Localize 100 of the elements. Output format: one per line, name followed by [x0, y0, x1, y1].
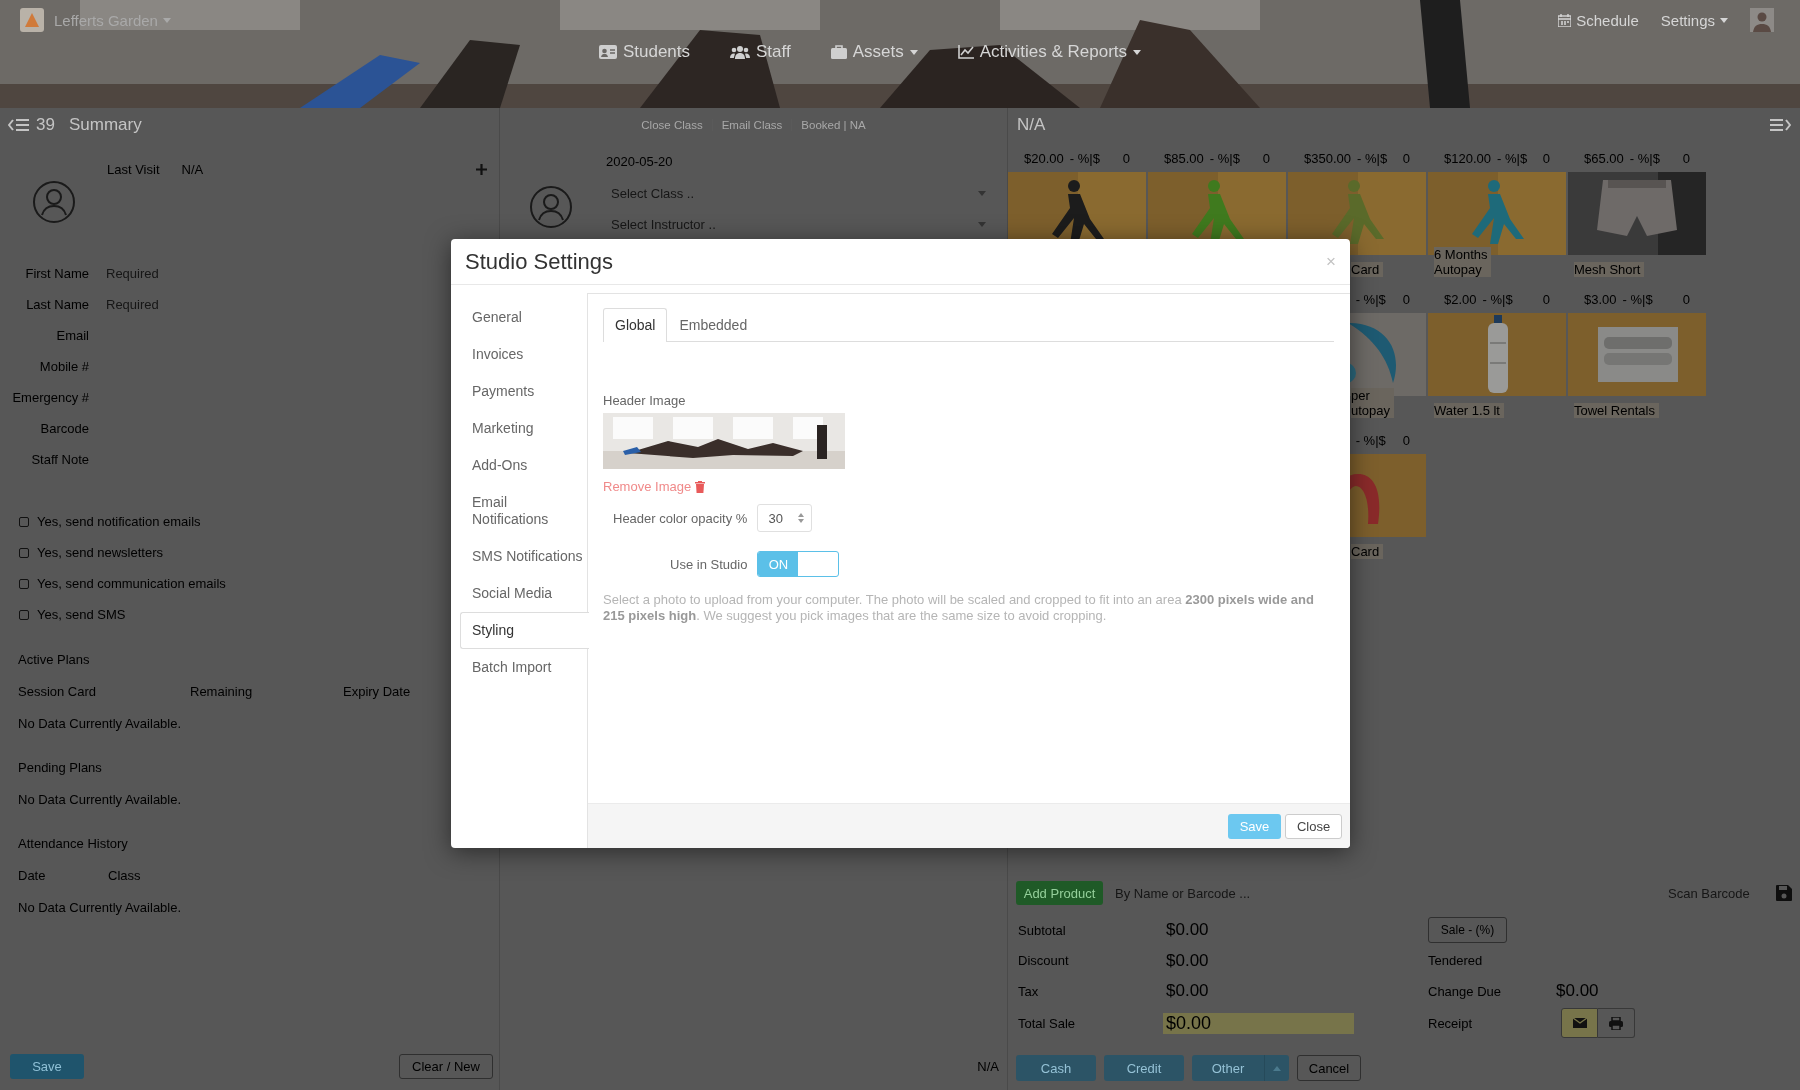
column-header: Expiry Date — [343, 683, 412, 699]
action-link[interactable]: Close Class — [641, 119, 703, 131]
dropdown-button[interactable] — [1264, 1055, 1289, 1081]
total-value: $0.00 — [1166, 920, 1210, 940]
panel-title: N/A — [1017, 115, 1046, 135]
section-title: Pending Plans — [18, 759, 102, 775]
schedule-link[interactable]: Schedule — [1558, 11, 1639, 29]
settings-menu-item[interactable]: Marketing — [460, 410, 589, 447]
column-header: Remaining — [190, 683, 254, 699]
settings-menu-item[interactable]: Social Media — [460, 575, 589, 612]
field-label: Barcode — [39, 421, 89, 436]
field-label: Use in Studio — [670, 556, 748, 572]
total-label: Discount — [1017, 953, 1070, 968]
save-button[interactable]: Save — [10, 1054, 84, 1079]
checkbox[interactable] — [19, 609, 29, 620]
receipt-label: Receipt — [1428, 1015, 1474, 1031]
payment-button[interactable]: Credit — [1104, 1055, 1184, 1081]
column-header: Date — [18, 867, 47, 883]
list-icon[interactable] — [1769, 118, 1791, 132]
remove-image-link[interactable]: Remove Image — [603, 479, 706, 495]
class-date: 2020-05-20 — [606, 154, 674, 170]
instructor-select[interactable]: Select Instructor .. — [606, 210, 990, 238]
caret-icon — [978, 221, 986, 227]
print-receipt-button[interactable] — [1598, 1008, 1635, 1038]
save-button[interactable]: Save — [1228, 813, 1281, 839]
settings-menu-item[interactable]: Payments — [460, 373, 589, 410]
product-name[interactable]: Card — [1351, 544, 1384, 559]
empty-message: No Data Currently Available. — [18, 791, 182, 807]
product-quantity: 0 — [1402, 150, 1410, 166]
save-icon[interactable] — [1776, 885, 1792, 901]
briefcase-icon — [830, 45, 847, 59]
payment-button[interactable]: Cash — [1016, 1055, 1096, 1081]
email-receipt-button[interactable] — [1561, 1008, 1598, 1038]
payment-button[interactable]: Other — [1192, 1055, 1264, 1081]
action-link[interactable]: Email Class — [721, 119, 783, 131]
product-name[interactable]: per utopay — [1351, 388, 1395, 418]
text-field[interactable]: Required — [106, 297, 306, 312]
cancel-button[interactable]: Cancel — [1297, 1055, 1361, 1081]
avatar[interactable] — [1750, 8, 1774, 32]
checkbox[interactable] — [19, 578, 29, 589]
discount-label: - %|$ — [1069, 150, 1100, 166]
close-button[interactable]: Close — [1285, 813, 1342, 839]
total-value: $0.00 — [1166, 981, 1210, 1001]
add-product-button[interactable]: Add Product — [1016, 881, 1103, 905]
avatar-icon — [529, 185, 573, 229]
text-field[interactable]: Required — [106, 266, 306, 281]
product-name[interactable]: Mesh Short — [1574, 262, 1645, 277]
change-due-value: $0.00 — [1556, 980, 1600, 1002]
tab[interactable]: Embedded — [667, 308, 760, 342]
tab[interactable]: Global — [603, 308, 668, 342]
logo-icon — [20, 8, 44, 32]
settings-menu-item[interactable]: Add-Ons — [460, 447, 589, 484]
discount-label: - %|$ — [1355, 291, 1386, 307]
discount-label: - %|$ — [1355, 432, 1386, 448]
settings-menu-item[interactable]: Invoices — [460, 336, 589, 373]
product-quantity: 0 — [1682, 291, 1690, 307]
product-name[interactable]: Towel Rentals — [1574, 403, 1659, 418]
settings-menu-item[interactable]: Styling — [460, 612, 589, 649]
caret-icon — [978, 190, 986, 196]
settings-menu-item[interactable]: Email Notifications — [460, 484, 589, 538]
sale-button[interactable]: Sale - (%) — [1428, 917, 1507, 943]
list-icon[interactable] — [8, 118, 30, 132]
checkbox-label: Yes, send communication emails — [37, 576, 226, 591]
product-quantity: 0 — [1682, 150, 1690, 166]
label: Last Visit — [107, 161, 160, 177]
nav-link[interactable]: Assets — [830, 42, 918, 62]
clear-button[interactable]: Clear / New — [399, 1054, 493, 1079]
class-select[interactable]: Select Class .. — [606, 182, 990, 204]
settings-menu-item[interactable]: Batch Import — [460, 649, 589, 686]
change-due-label: Change Due — [1428, 983, 1502, 999]
barcode-field[interactable]: Scan Barcode — [1668, 885, 1764, 901]
modal-title: Studio Settings — [465, 248, 613, 275]
discount-label: - %|$ — [1482, 291, 1513, 307]
product-name[interactable]: Water 1.5 lt — [1434, 403, 1504, 418]
toggle-switch[interactable]: ON — [757, 551, 840, 577]
avatar-icon — [32, 180, 76, 224]
field-label: Email — [55, 328, 89, 343]
checkbox[interactable] — [19, 516, 29, 527]
opacity-field[interactable]: 30 — [757, 504, 813, 532]
product-quantity: 0 — [1542, 150, 1550, 166]
empty-message: No Data Currently Available. — [18, 899, 182, 915]
empty-message: No Data Currently Available. — [18, 715, 182, 731]
product-search-field[interactable]: By Name or Barcode ... — [1115, 885, 1656, 901]
settings-menu-item[interactable]: General — [460, 299, 589, 336]
tendered-label: Tendered — [1428, 953, 1484, 968]
product-name[interactable]: 6 Months Autopay — [1434, 247, 1492, 277]
product-price: $2.00 — [1444, 291, 1477, 307]
field-label: Header color opacity % — [613, 510, 748, 526]
product-name[interactable]: Card — [1351, 262, 1384, 277]
settings-menu-item[interactable]: SMS Notifications — [460, 538, 589, 575]
product-quantity: 0 — [1402, 432, 1410, 448]
spinner-icon — [798, 513, 805, 523]
plus-icon[interactable] — [476, 163, 487, 175]
product-price: $3.00 — [1584, 291, 1617, 307]
total-label: Subtotal — [1017, 922, 1067, 938]
product-price: $20.00 — [1024, 150, 1064, 166]
settings-menu[interactable]: Settings — [1660, 11, 1728, 29]
checkbox[interactable] — [19, 547, 29, 558]
status-text: N/A — [977, 1059, 999, 1074]
action-link[interactable]: Booked | NA — [801, 119, 866, 131]
